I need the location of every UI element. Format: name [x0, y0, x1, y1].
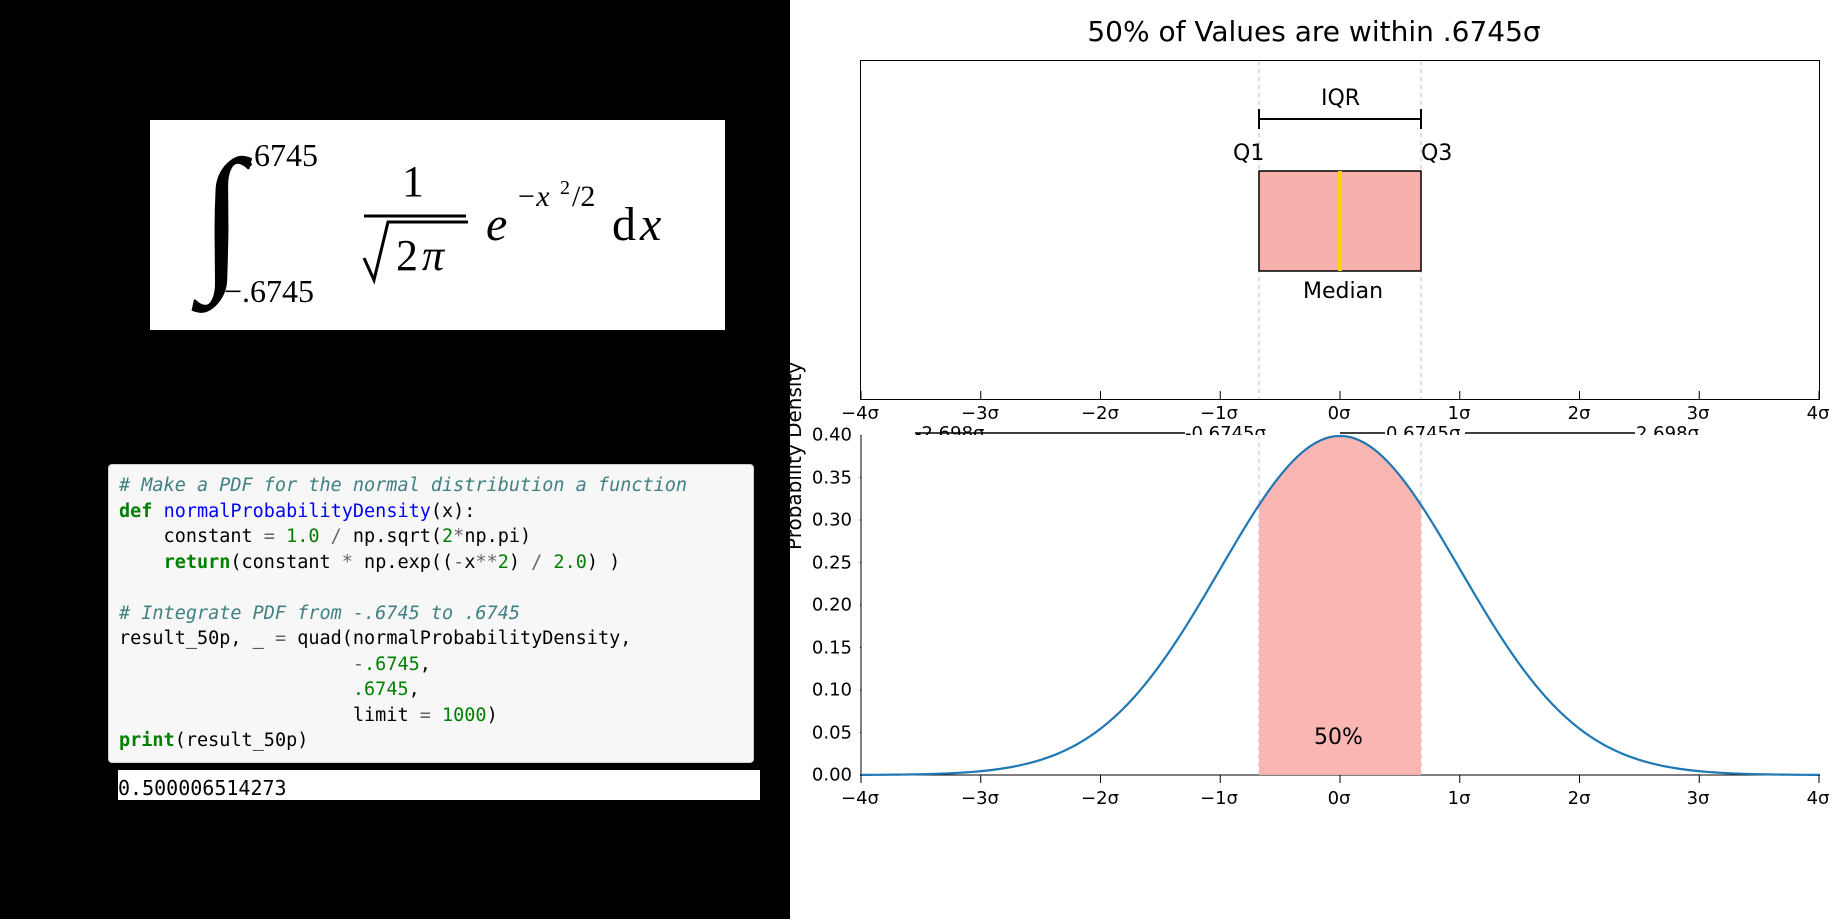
xtick: −4σ — [841, 788, 879, 809]
svg-text:/2: /2 — [572, 180, 595, 213]
xtick: −1σ — [1200, 788, 1238, 809]
ytick: 0.30 — [802, 510, 852, 531]
svg-text:π: π — [422, 231, 446, 280]
integral-formula-box: ∫ .6745 −.6745 1 2 π e −x 2 /2 d x — [150, 120, 725, 330]
xtick: −2σ — [1081, 788, 1119, 809]
svg-text:x: x — [639, 198, 661, 251]
xtick: 1σ — [1448, 788, 1471, 809]
xtick: −1σ — [1200, 403, 1238, 424]
xtick: 2σ — [1568, 403, 1591, 424]
q1-label: Q1 — [1233, 141, 1264, 166]
svg-text:d: d — [612, 198, 636, 251]
ytick: 0.10 — [802, 680, 852, 701]
chart-title: 50% of Values are within .6745σ — [790, 15, 1838, 48]
svg-text:−x: −x — [516, 180, 550, 213]
code-output: 0.500006514273 — [118, 770, 760, 800]
xtick: −2σ — [1081, 403, 1119, 424]
ytick: 0.20 — [802, 595, 852, 616]
ylabel: Probability Density — [782, 362, 806, 550]
ytick: 0.25 — [802, 552, 852, 573]
iqr-label: IQR — [1321, 86, 1360, 111]
xtick: 4σ — [1807, 788, 1830, 809]
svg-text:2: 2 — [560, 177, 570, 199]
xtick: 4σ — [1807, 403, 1830, 424]
ytick: 0.40 — [802, 425, 852, 446]
q3-label: Q3 — [1421, 141, 1452, 166]
xtick: −4σ — [841, 403, 879, 424]
xtick: 0σ — [1328, 788, 1351, 809]
integral-formula: ∫ .6745 −.6745 1 2 π e −x 2 /2 d x — [168, 130, 708, 320]
xtick: 3σ — [1687, 788, 1710, 809]
xtick: 2σ — [1568, 788, 1591, 809]
svg-text:2: 2 — [396, 231, 418, 280]
ytick: 0.35 — [802, 467, 852, 488]
pdf-panel: 50% — [860, 435, 1820, 795]
upper-limit: .6745 — [246, 137, 318, 173]
boxplot-panel: IQR Q1 Q3 Median — [860, 60, 1820, 400]
xtick: 1σ — [1448, 403, 1471, 424]
ytick: 0.00 — [802, 765, 852, 786]
svg-text:e: e — [486, 198, 507, 251]
xtick: −3σ — [961, 788, 999, 809]
lower-limit: −.6745 — [224, 273, 314, 309]
xtick: −3σ — [961, 403, 999, 424]
code-content: # Make a PDF for the normal distribution… — [119, 473, 743, 754]
code-block: # Make a PDF for the normal distribution… — [108, 464, 754, 763]
xtick: 3σ — [1687, 403, 1710, 424]
shaded-50-label: 50% — [1314, 725, 1363, 750]
xtick: 0σ — [1328, 403, 1351, 424]
ytick: 0.05 — [802, 722, 852, 743]
ytick: 0.15 — [802, 637, 852, 658]
svg-text:1: 1 — [402, 157, 424, 206]
median-label: Median — [1303, 279, 1383, 304]
